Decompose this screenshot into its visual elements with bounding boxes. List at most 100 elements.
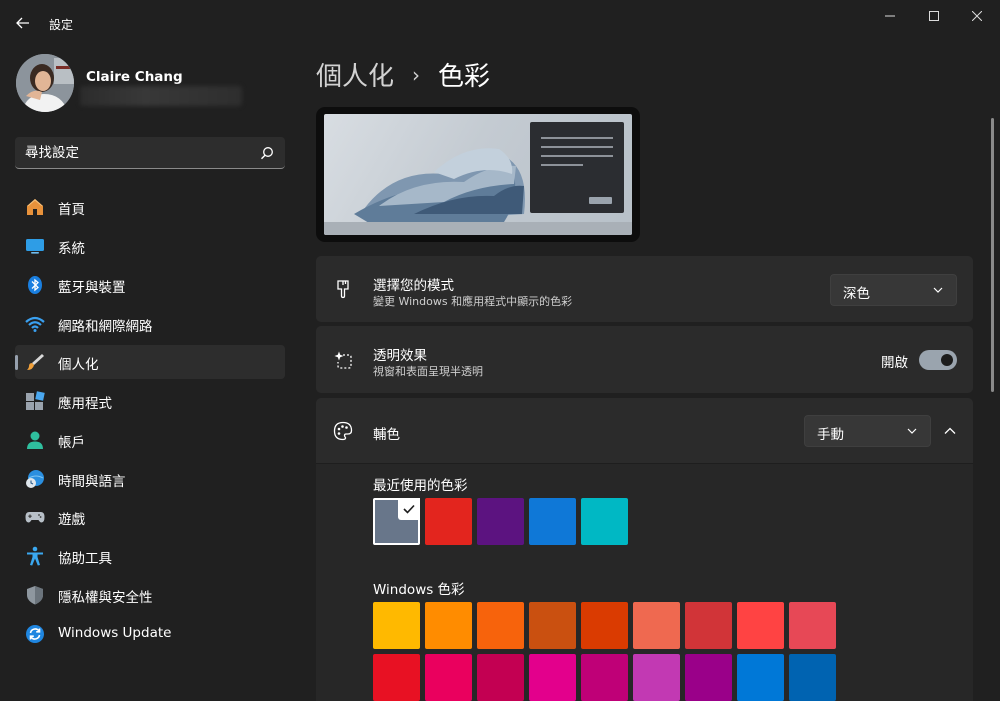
color-swatch[interactable] <box>373 498 420 545</box>
sidebar-item-label: 系統 <box>58 241 85 257</box>
monitor-icon <box>26 239 44 254</box>
search-icon[interactable] <box>260 146 274 160</box>
color-swatch[interactable] <box>633 654 680 701</box>
color-swatch[interactable] <box>633 602 680 649</box>
color-swatch[interactable] <box>685 654 732 701</box>
apps-icon <box>26 391 45 410</box>
theme-preview <box>316 107 640 242</box>
sidebar-item-network[interactable]: 網路和網際網路 <box>15 307 285 341</box>
color-swatch[interactable] <box>425 654 472 701</box>
maximize-button[interactable] <box>914 6 954 26</box>
color-swatch[interactable] <box>581 498 628 545</box>
color-swatch[interactable] <box>373 602 420 649</box>
sidebar-item-label: 藍牙與裝置 <box>58 280 126 296</box>
shield-icon <box>27 586 43 605</box>
sidebar-item-apps[interactable]: 應用程式 <box>15 384 285 418</box>
checkmark-icon <box>398 498 420 520</box>
sidebar-item-home[interactable]: 首頁 <box>15 190 285 224</box>
sidebar-item-windows-update[interactable]: Windows Update <box>15 617 285 651</box>
minimize-button[interactable] <box>870 6 910 26</box>
preview-taskbar <box>324 222 632 235</box>
sidebar-item-label: 協助工具 <box>58 551 112 567</box>
windows-colors-label: Windows 色彩 <box>373 582 465 598</box>
app-title: 設定 <box>49 18 74 32</box>
color-swatch[interactable] <box>529 602 576 649</box>
wifi-icon <box>25 316 45 332</box>
color-swatch[interactable] <box>581 602 628 649</box>
user-name: Claire Chang <box>86 69 183 85</box>
recent-colors-label: 最近使用的色彩 <box>373 478 468 494</box>
color-swatch[interactable] <box>425 602 472 649</box>
preview-wallpaper <box>324 114 632 235</box>
color-swatch[interactable] <box>477 498 524 545</box>
sidebar-item-privacy[interactable]: 隱私權與安全性 <box>15 578 285 612</box>
sidebar-item-system[interactable]: 系統 <box>15 229 285 263</box>
sidebar-item-bluetooth[interactable]: 藍牙與裝置 <box>15 268 285 302</box>
accessibility-icon <box>27 546 43 566</box>
person-icon <box>27 431 43 449</box>
update-icon <box>26 625 44 643</box>
sidebar-item-label: 帳戶 <box>58 435 85 451</box>
collapse-button[interactable] <box>935 416 965 446</box>
sidebar-item-label: Windows Update <box>58 625 172 641</box>
search-box[interactable] <box>15 137 285 169</box>
sidebar-item-label: 應用程式 <box>58 396 112 412</box>
sparkle-icon <box>334 351 352 369</box>
color-swatch[interactable] <box>789 654 836 701</box>
minimize-icon <box>885 15 895 17</box>
transparency-toggle[interactable] <box>919 350 957 370</box>
color-swatch[interactable] <box>737 602 784 649</box>
sidebar-item-accessibility[interactable]: 協助工具 <box>15 539 285 573</box>
sidebar-item-label: 網路和網際網路 <box>58 319 153 335</box>
sidebar-item-label: 個人化 <box>58 357 99 373</box>
color-swatch[interactable] <box>737 654 784 701</box>
palette-icon <box>333 421 353 441</box>
sidebar-item-label: 首頁 <box>58 202 85 218</box>
mode-setting-card: 選擇您的模式 變更 Windows 和應用程式中顯示的色彩 深色 <box>316 256 973 322</box>
breadcrumb-separator: › <box>412 62 421 87</box>
avatar-photo <box>16 54 74 112</box>
color-swatch[interactable] <box>529 498 576 545</box>
sidebar-item-gaming[interactable]: 遊戲 <box>15 500 285 534</box>
sidebar-item-label: 時間與語言 <box>58 474 126 490</box>
color-swatch[interactable] <box>685 602 732 649</box>
user-email-redacted <box>80 86 242 106</box>
color-swatch[interactable] <box>529 654 576 701</box>
color-swatch[interactable] <box>477 654 524 701</box>
user-avatar[interactable] <box>16 54 74 112</box>
color-swatch[interactable] <box>373 654 420 701</box>
color-swatch[interactable] <box>477 602 524 649</box>
close-icon <box>972 11 982 21</box>
mode-dropdown[interactable]: 深色 <box>830 274 957 306</box>
title-bar: 設定 <box>0 0 1000 46</box>
toggle-knob <box>941 354 953 366</box>
mode-title: 選擇您的模式 <box>373 278 454 294</box>
maximize-icon <box>929 11 939 21</box>
globe-clock-icon <box>26 470 44 488</box>
accent-title: 輔色 <box>373 427 400 443</box>
chevron-down-icon <box>907 428 917 434</box>
active-indicator <box>15 355 18 370</box>
breadcrumb: 個人化 › 色彩 <box>316 56 490 93</box>
accent-dropdown[interactable]: 手動 <box>804 415 931 447</box>
color-swatch[interactable] <box>581 654 628 701</box>
sidebar-item-accounts[interactable]: 帳戶 <box>15 423 285 457</box>
preview-window <box>530 122 624 213</box>
sidebar-item-label: 遊戲 <box>58 512 85 528</box>
chevron-up-icon <box>944 427 956 434</box>
color-swatch[interactable] <box>425 498 472 545</box>
arrow-left-icon <box>16 17 29 29</box>
page-title: 色彩 <box>438 62 491 92</box>
home-icon <box>27 199 43 215</box>
close-button[interactable] <box>957 6 997 26</box>
breadcrumb-parent[interactable]: 個人化 <box>316 56 394 93</box>
transparency-title: 透明效果 <box>373 348 427 364</box>
search-input[interactable] <box>25 143 255 163</box>
sidebar-item-time-language[interactable]: 時間與語言 <box>15 462 285 496</box>
scrollbar[interactable] <box>991 118 994 392</box>
sidebar-item-personalization[interactable]: 個人化 <box>15 345 285 379</box>
accent-setting-card[interactable]: 輔色 手動 <box>316 398 973 464</box>
color-swatch[interactable] <box>789 602 836 649</box>
transparency-setting-card: 透明效果 視窗和表面呈現半透明 開啟 <box>316 326 973 393</box>
back-button[interactable] <box>10 12 36 34</box>
